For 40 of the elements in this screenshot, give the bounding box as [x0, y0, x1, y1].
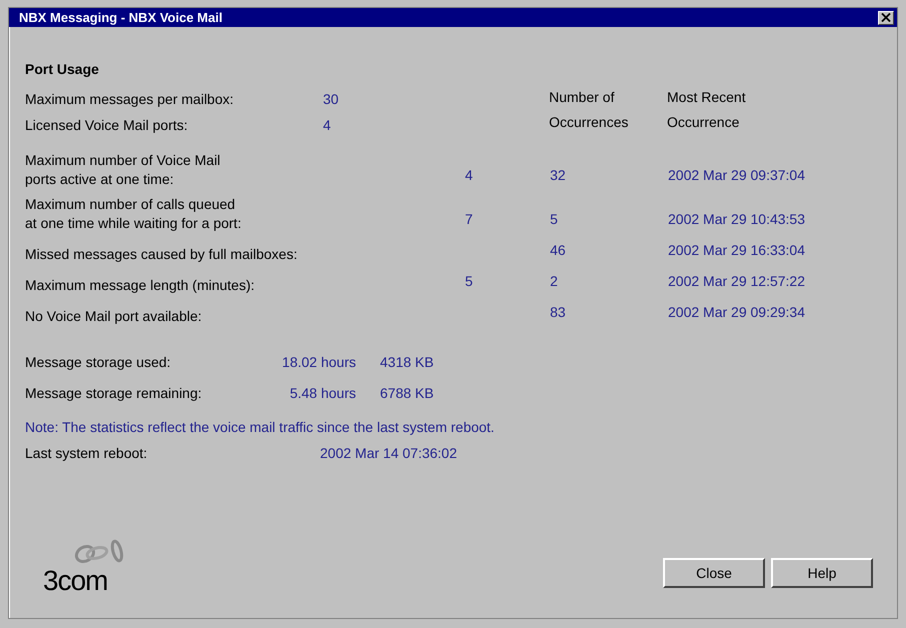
- logo-text: 3com: [43, 568, 108, 594]
- dialog-button[interactable]: Help: [771, 558, 873, 588]
- close-icon: [881, 13, 891, 22]
- maximum-value: 4: [465, 167, 473, 183]
- stat-label: Maximum number of calls queued at one time while waiting for a port:: [25, 195, 242, 233]
- most-recent-value: 2002 Mar 29 09:37:04: [668, 167, 805, 183]
- setting-label: Maximum messages per mailbox:: [25, 91, 235, 109]
- stat-label: Maximum number of Voice Mail ports active at one time:: [25, 151, 222, 189]
- window-title: NBX Messaging - NBX Voice Mail: [19, 10, 222, 25]
- most-recent-value: 2002 Mar 29 12:57:22: [668, 273, 805, 289]
- most-recent-value: 2002 Mar 29 10:43:53: [668, 211, 805, 227]
- note-text: Note: The statistics reflect the voice mail traffic since the last system reboot.: [25, 419, 496, 435]
- dialog-button[interactable]: Close: [663, 558, 765, 588]
- storage-size: 4318 KB: [380, 354, 435, 370]
- section-title: Port Usage: [25, 61, 100, 77]
- storage-hours: 5.48 hours: [290, 385, 357, 401]
- column-header: Number of Occurrences: [549, 88, 630, 132]
- setting-label: Licensed Voice Mail ports:: [25, 116, 189, 135]
- reboot-value: 2002 Mar 14 07:36:02: [320, 445, 458, 461]
- setting-value: 30: [323, 91, 340, 109]
- storage-size: 6788 KB: [380, 385, 435, 401]
- occurrences-value: 32: [550, 167, 566, 183]
- storage-hours: 18.02 hours: [282, 354, 357, 370]
- occurrences-value: 83: [550, 304, 566, 320]
- occurrences-value: 46: [550, 242, 566, 258]
- stat-label: No Voice Mail port available:: [25, 307, 203, 326]
- occurrences-value: 5: [550, 211, 558, 227]
- reboot-label: Last system reboot:: [25, 445, 148, 461]
- stat-label: Missed messages caused by full mailboxes:: [25, 245, 298, 264]
- maximum-value: 7: [465, 211, 473, 227]
- maximum-value: 5: [465, 273, 473, 289]
- most-recent-value: 2002 Mar 29 09:29:34: [668, 304, 805, 320]
- most-recent-value: 2002 Mar 29 16:33:04: [668, 242, 805, 258]
- setting-value: 4: [323, 116, 332, 134]
- storage-label: Message storage used:: [25, 354, 172, 370]
- close-button[interactable]: [878, 10, 894, 24]
- stat-label: Maximum message length (minutes):: [25, 276, 256, 295]
- column-header: Most Recent Occurrence: [667, 88, 747, 132]
- storage-label: Message storage remaining:: [25, 385, 203, 401]
- occurrences-value: 2: [550, 273, 558, 289]
